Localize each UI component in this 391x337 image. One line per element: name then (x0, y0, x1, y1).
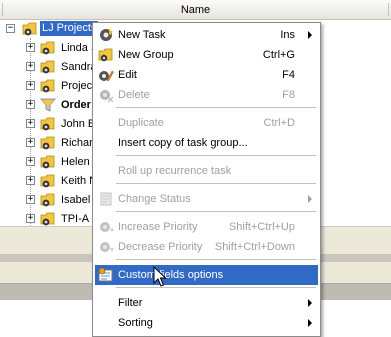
menu-item-shortcut: Shift+Ctrl+Up (228, 221, 295, 233)
menu-item-label: Change Status (118, 193, 191, 205)
menu-item-label: Increase Priority (118, 221, 198, 233)
expand-toggle[interactable]: + (26, 81, 35, 90)
menu-separator (116, 259, 316, 260)
menu-item-label: Edit (118, 69, 137, 81)
expand-toggle[interactable]: + (26, 43, 35, 52)
collapse-toggle[interactable]: − (6, 24, 15, 33)
menu-item-edit[interactable]: Edit F4 (95, 65, 318, 85)
folder-gear-icon (40, 174, 55, 188)
menu-separator (116, 155, 316, 156)
decrease-priority-icon (100, 242, 114, 252)
expand-toggle[interactable]: + (26, 119, 35, 128)
submenu-arrow-icon (308, 319, 312, 327)
menu-item-decrease-priority: Decrease Priority Shift+Ctrl+Down (95, 237, 318, 257)
tree-root-label: LJ Projects (40, 21, 99, 36)
custom-fields-icon (98, 267, 113, 282)
expand-toggle[interactable]: + (26, 195, 35, 204)
tree-item-label: TPI-A I (61, 213, 95, 225)
tree-item-label: Project (61, 80, 96, 92)
folder-gear-icon (40, 117, 55, 131)
submenu-arrow-icon (308, 195, 312, 203)
increase-priority-icon (100, 222, 114, 232)
menu-item-shortcut: Ctrl+D (263, 117, 295, 129)
submenu-arrow-icon (308, 31, 312, 39)
folder-gear-icon (40, 41, 55, 55)
tree-item-label: Isabel (61, 194, 91, 206)
menu-item-duplicate: Duplicate Ctrl+D (95, 113, 318, 133)
menu-item-insert-copy[interactable]: Insert copy of task group... (95, 133, 318, 153)
menu-item-label: Insert copy of task group... (118, 137, 248, 149)
menu-item-label: Custom fields options (118, 269, 224, 281)
folder-gear-icon (40, 136, 55, 150)
folder-gear-icon (40, 60, 55, 74)
expand-toggle[interactable]: + (26, 100, 35, 109)
menu-item-shortcut: Shift+Ctrl+Down (214, 241, 295, 253)
expand-toggle[interactable]: + (26, 214, 35, 223)
folder-gear-icon (40, 79, 55, 93)
menu-item-label: Roll up recurrence task (118, 165, 232, 177)
expand-toggle[interactable]: + (26, 176, 35, 185)
menu-item-shortcut: Ins (280, 29, 295, 41)
tree-item-label: John B (61, 118, 96, 130)
delete-icon (100, 90, 114, 103)
menu-item-new-group[interactable]: New Group Ctrl+G (95, 45, 318, 65)
menu-item-filter[interactable]: Filter (95, 293, 318, 313)
mouse-cursor-icon (153, 266, 167, 287)
menu-item-label: Sorting (118, 317, 153, 329)
change-status-icon (100, 192, 112, 206)
menu-item-label: Filter (118, 297, 143, 309)
menu-item-sorting[interactable]: Sorting (95, 313, 318, 333)
menu-item-label: Duplicate (118, 117, 164, 129)
submenu-arrow-icon (308, 299, 312, 307)
expand-toggle[interactable]: + (26, 138, 35, 147)
menu-item-label: Decrease Priority (118, 241, 203, 253)
tree-item-label: Helen I (61, 156, 96, 168)
menu-item-roll-up: Roll up recurrence task (95, 161, 318, 181)
menu-item-label: New Group (118, 49, 174, 61)
menu-separator (116, 287, 316, 288)
column-header-name[interactable]: Name (0, 0, 391, 20)
menu-item-increase-priority: Increase Priority Shift+Ctrl+Up (95, 217, 318, 237)
folder-gear-icon (40, 155, 55, 169)
menu-separator (116, 183, 316, 184)
folder-gear-icon (40, 212, 55, 226)
folder-gear-icon (22, 22, 37, 36)
menu-item-label: Delete (118, 89, 150, 101)
menu-item-custom-fields[interactable]: Custom fields options (95, 265, 318, 285)
new-group-icon (98, 48, 113, 62)
menu-item-label: New Task (118, 29, 166, 41)
menu-item-change-status: Change Status (95, 189, 318, 209)
expand-toggle[interactable]: + (26, 157, 35, 166)
menu-item-shortcut: Ctrl+G (262, 49, 295, 61)
menu-item-new-task[interactable]: New Task Ins (95, 25, 318, 45)
menu-separator (116, 107, 316, 108)
menu-item-shortcut: F4 (282, 69, 295, 81)
menu-separator (116, 211, 316, 212)
folder-gear-icon (40, 193, 55, 207)
column-header-label: Name (180, 3, 211, 16)
new-task-icon (100, 28, 113, 41)
menu-item-delete: Delete F8 (95, 85, 318, 105)
menu-item-shortcut: F8 (282, 89, 295, 101)
edit-icon (99, 70, 114, 82)
expand-toggle[interactable]: + (26, 62, 35, 71)
filter-icon (40, 98, 56, 112)
context-menu: New Task Ins New Group Ctrl+G Edit F4 Delete F8… (92, 22, 321, 337)
tree-item-label: Order (61, 99, 91, 111)
